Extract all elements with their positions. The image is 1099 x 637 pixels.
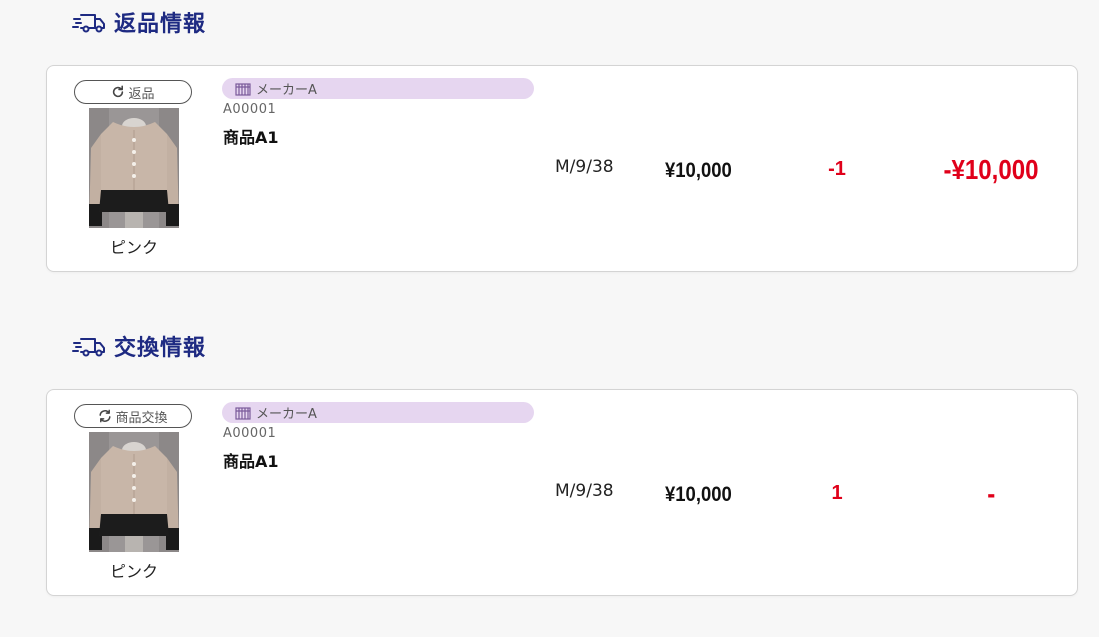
status-label: 商品交換 <box>115 410 168 426</box>
quantity: -1 <box>828 158 846 180</box>
exchange-section-title: 交換情報 <box>72 330 206 362</box>
exchange-status-badge: 商品交換 <box>74 404 192 428</box>
maker-tag[interactable]: メーカーA <box>222 78 534 99</box>
product-photo[interactable] <box>89 108 179 228</box>
returns-section-title: 返品情報 <box>72 6 206 38</box>
unit-price: ¥10,000 <box>665 159 732 182</box>
unit-price: ¥10,000 <box>665 483 732 506</box>
exchange-item-card: 商品交換 ピンク メーカーA A00001 商品A1 M/9/38 ¥10,00… <box>46 389 1078 596</box>
color-label: ピンク <box>109 562 158 581</box>
product-variant: M/9/38 <box>555 481 614 501</box>
truck-icon <box>72 14 105 33</box>
product-sku: A00001 <box>223 102 277 117</box>
maker-name: メーカーA <box>256 407 317 422</box>
refresh-icon <box>113 85 124 98</box>
building-icon <box>235 406 251 420</box>
return-item-card: 返品 ピンク メーカーA A00001 商品A1 M/9/38 ¥10,000 … <box>46 65 1078 272</box>
section-heading: 交換情報 <box>114 336 207 361</box>
product-name[interactable]: 商品A1 <box>223 124 279 148</box>
quantity: 1 <box>831 482 843 504</box>
product-variant: M/9/38 <box>555 157 614 177</box>
subtotal: -¥10,000 <box>943 154 1039 185</box>
product-sku: A00001 <box>223 426 277 441</box>
status-label: 返品 <box>128 86 155 102</box>
subtotal: - <box>986 478 995 509</box>
sync-icon <box>99 409 112 423</box>
section-heading: 返品情報 <box>114 12 207 37</box>
product-name[interactable]: 商品A1 <box>223 448 279 472</box>
return-status-badge: 返品 <box>74 80 192 104</box>
building-icon <box>235 82 251 96</box>
maker-tag[interactable]: メーカーA <box>222 402 534 423</box>
truck-icon <box>72 338 105 357</box>
color-label: ピンク <box>109 238 158 257</box>
product-photo[interactable] <box>89 432 179 552</box>
maker-name: メーカーA <box>256 83 317 98</box>
